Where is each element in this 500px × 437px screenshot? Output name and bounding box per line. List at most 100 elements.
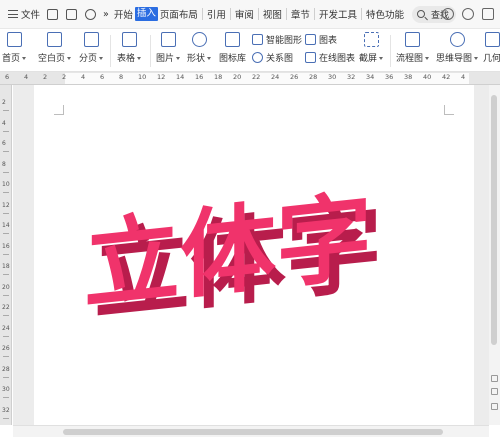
blank-page-icon [47, 32, 62, 47]
picture-button[interactable]: 图片 [156, 32, 181, 64]
format-painter-icon[interactable] [66, 8, 78, 20]
scroll-up-icon[interactable] [491, 375, 498, 382]
file-menu[interactable]: 文件 [0, 0, 43, 29]
screenshot-label: 截屏 [359, 54, 378, 64]
ruler-number: 20 [233, 73, 242, 81]
ruler-number: 18 [214, 73, 223, 81]
tab-developer[interactable]: 开发工具 [317, 7, 359, 21]
chart-button[interactable]: 图表 [305, 32, 337, 46]
tab-chapter[interactable]: 章节 [289, 7, 312, 21]
picture-label: 图片 [156, 54, 175, 64]
more-icon[interactable]: » [100, 0, 112, 29]
screenshot-icon [363, 32, 379, 47]
tab-separator [360, 8, 362, 20]
icon-library-label: 图标库 [219, 54, 247, 64]
ruler-tick [3, 315, 9, 316]
table-label: 表格 [117, 54, 136, 64]
ruler-number: 42 [442, 73, 451, 81]
ruler-number: 32 [2, 406, 10, 414]
ruler-number: 20 [2, 283, 10, 291]
ruler-number: 4 [81, 73, 86, 81]
online-chart-button[interactable]: 在线图表 [305, 50, 355, 64]
vertical-ruler[interactable]: 2 4 6 8 10 12 14 16 18 20 22 24 26 28 30 32 [0, 85, 12, 425]
page-nav-icon[interactable] [491, 403, 498, 410]
chevron-down-icon [176, 57, 181, 60]
ruler-number: 28 [2, 365, 10, 373]
ruler-tick [3, 151, 9, 152]
ruler-number: 4 [461, 73, 466, 81]
scrollbar-thumb[interactable] [63, 429, 443, 435]
ruler-number: 14 [176, 73, 185, 81]
file-menu-label: 文件 [21, 10, 41, 21]
page-break-button[interactable]: 分页 [79, 32, 104, 64]
document-area: 立体字 立体字 [13, 85, 489, 425]
ribbon-separator [110, 35, 111, 67]
chevron-down-icon [137, 57, 142, 60]
ruler-number: 40 [423, 73, 432, 81]
mindmap-button[interactable]: 思维导图 [436, 32, 479, 64]
settings-icon[interactable] [482, 8, 494, 20]
cloud-icon[interactable] [442, 8, 454, 20]
tab-page-layout[interactable]: 页面布局 [158, 7, 200, 21]
ruler-number: 6 [100, 73, 105, 81]
chart-label: 图表 [319, 35, 338, 46]
icon-library-button[interactable]: 图标库 [219, 32, 246, 64]
chevron-down-icon [67, 57, 72, 60]
geometry-label: 几何 [483, 54, 500, 64]
ruler-number: 8 [119, 73, 124, 81]
horizontal-scrollbar[interactable] [13, 425, 489, 437]
horizontal-ruler[interactable]: 6 4 2 2 4 6 8 10 12 14 16 18 20 22 24 26 28 30 32 34 36 38 40 4… [0, 72, 500, 85]
ruler-number: 24 [271, 73, 280, 81]
tab-features[interactable]: 特色功能 [364, 7, 406, 21]
margin-marker [444, 105, 454, 115]
ruler-number: 16 [195, 73, 204, 81]
ruler-number: 26 [290, 73, 299, 81]
ruler-number: 32 [347, 73, 356, 81]
save-icon[interactable] [47, 8, 59, 20]
chart-icon [305, 33, 316, 45]
ruler-number: 6 [5, 73, 10, 81]
ruler-tick [3, 192, 9, 193]
cover-page-button[interactable]: 首页 [2, 32, 27, 64]
wordart-3d-text[interactable]: 立体字 立体字 [54, 185, 464, 335]
ruler-number: 6 [2, 140, 6, 147]
print-icon[interactable] [85, 8, 97, 20]
tab-insert[interactable]: 插入 [134, 7, 158, 21]
menu-icon [8, 10, 18, 18]
scroll-down-icon[interactable] [491, 388, 498, 395]
tab-separator [285, 8, 287, 20]
scrollbar-thumb[interactable] [491, 95, 497, 345]
ruler-tick [3, 130, 9, 132]
ruler-number: 22 [2, 304, 10, 311]
document-page[interactable]: 立体字 立体字 [34, 85, 474, 425]
table-button[interactable]: 表格 [117, 32, 142, 64]
blank-page-button[interactable]: 空白页 [38, 32, 72, 64]
tab-view[interactable]: 视图 [261, 7, 284, 21]
menu-bar: 文件 » 开始 插入 页面布局 引用 审阅 视图 章节 开发工具 特色功能 查找 [0, 0, 500, 29]
ruler-tick [3, 212, 9, 214]
relation-chart-button[interactable]: 关系图 [252, 50, 293, 64]
share-icon[interactable] [462, 8, 474, 20]
ruler-number: 10 [2, 181, 10, 188]
ruler-number: 14 [2, 222, 10, 229]
vertical-scrollbar[interactable] [489, 85, 500, 425]
ruler-tick [3, 171, 9, 173]
window-controls [442, 8, 494, 20]
search-icon [416, 10, 425, 18]
smart-art-button[interactable]: 智能图形 [252, 32, 302, 46]
geometry-button[interactable]: 几何 [483, 32, 500, 64]
ruler-tick [3, 335, 9, 337]
tab-review[interactable]: 审阅 [233, 7, 256, 21]
ribbon-toolbar: 首页 空白页 分页 表格 图片 形状 图标库 智能图形 关系图 图表 在线图表 [0, 29, 500, 72]
tab-references[interactable]: 引用 [205, 7, 228, 21]
flowchart-button[interactable]: 流程图 [396, 32, 430, 64]
tab-home[interactable]: 开始 [112, 7, 135, 21]
smart-art-icon [252, 33, 263, 45]
ruler-number: 24 [2, 324, 10, 332]
screenshot-button[interactable]: 截屏 [359, 32, 384, 64]
mindmap-label: 思维导图 [436, 54, 473, 64]
chevron-down-icon [207, 57, 212, 60]
ruler-number: 2 [43, 73, 48, 81]
shapes-button[interactable]: 形状 [187, 32, 212, 64]
cover-page-icon [6, 32, 22, 47]
